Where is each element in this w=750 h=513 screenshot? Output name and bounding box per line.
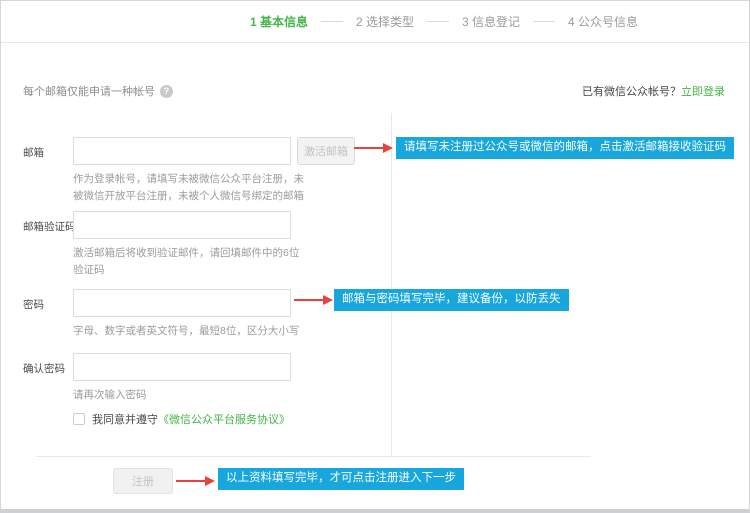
step-choose-type: 2 选择类型: [356, 13, 414, 30]
email-code-input[interactable]: [73, 211, 291, 239]
password-annotation-tooltip: 邮箱与密码填写完毕，建议备份，以防丢失: [334, 289, 569, 311]
step-account-info: 4 公众号信息: [568, 13, 638, 30]
red-arrow-icon: [354, 143, 394, 153]
password-helper-text: 字母、数字或者英文符号，最短8位，区分大小写: [73, 323, 299, 340]
login-now-link[interactable]: 立即登录: [681, 86, 725, 98]
activate-email-button[interactable]: 激活邮箱: [297, 137, 355, 165]
step-info-register: 3 信息登记: [462, 13, 520, 30]
register-button[interactable]: 注册: [113, 468, 173, 494]
email-code-helper-text: 激活邮箱后将收到验证邮件，请回填邮件中的6位验证码: [73, 245, 309, 279]
step-separator: [427, 21, 449, 22]
agreement-text: 我同意并遵守: [92, 411, 158, 427]
password-input[interactable]: [73, 289, 291, 317]
confirm-password-label: 确认密码: [23, 361, 65, 376]
stepper: 1 基本信息 2 选择类型 3 信息登记 4 公众号信息: [1, 1, 749, 43]
email-annotation-tooltip: 请填写未注册过公众号或微信的邮箱，点击激活邮箱接收验证码: [396, 137, 734, 159]
confirm-password-helper-text: 请再次输入密码: [73, 387, 147, 404]
vertical-divider: [391, 113, 392, 456]
login-prompt-text: 已有微信公众帐号？: [582, 86, 681, 98]
password-label: 密码: [23, 297, 44, 312]
help-question-icon[interactable]: ?: [160, 85, 173, 98]
registration-page: 1 基本信息 2 选择类型 3 信息登记 4 公众号信息 每个邮箱仅能申请一种帐…: [0, 0, 750, 513]
red-arrow-icon: [176, 476, 216, 486]
agreement-checkbox[interactable]: [73, 413, 85, 425]
step-basic-info: 1 基本信息: [250, 13, 308, 30]
email-limit-note-text: 每个邮箱仅能申请一种帐号: [23, 83, 155, 99]
step-separator: [321, 21, 343, 22]
email-label: 邮箱: [23, 145, 44, 160]
red-arrow-icon: [294, 295, 334, 305]
register-annotation-tooltip: 以上资料填写完毕，才可点击注册进入下一步: [218, 468, 464, 490]
service-agreement-link[interactable]: 《微信公众平台服务协议》: [158, 411, 290, 427]
email-helper-text: 作为登录帐号，请填写未被微信公众平台注册，未被微信开放平台注册，未被个人微信号绑…: [73, 171, 309, 205]
existing-account-prompt: 已有微信公众帐号？立即登录: [582, 83, 725, 99]
email-input[interactable]: [73, 137, 291, 165]
agreement-row: 我同意并遵守《微信公众平台服务协议》: [73, 411, 290, 427]
horizontal-divider: [36, 456, 591, 457]
step-separator: [533, 21, 555, 22]
email-limit-note: 每个邮箱仅能申请一种帐号 ?: [23, 83, 173, 99]
email-code-label: 邮箱验证码: [23, 219, 76, 234]
confirm-password-input[interactable]: [73, 353, 291, 381]
